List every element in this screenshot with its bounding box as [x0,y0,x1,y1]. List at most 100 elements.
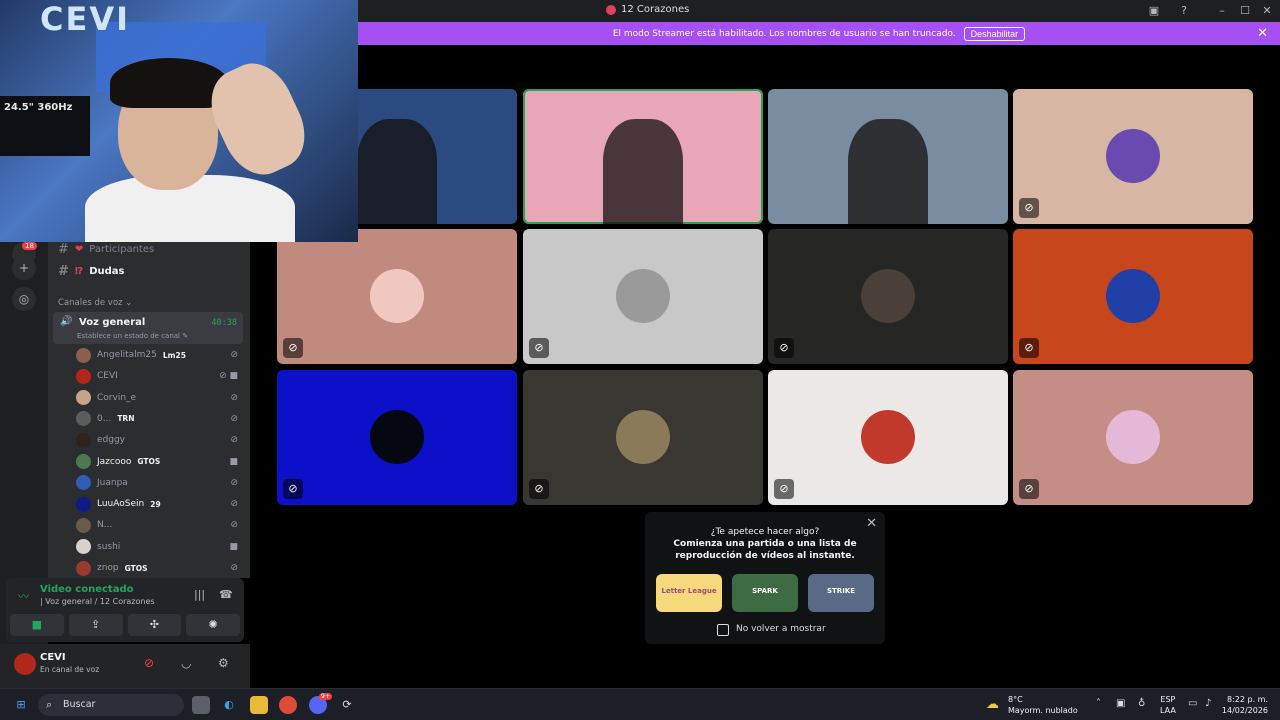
voice-connected-title: Video conectado [40,584,134,595]
disable-streamer-button[interactable]: Deshabilitar [963,26,1026,41]
weather[interactable]: 8°C Mayorm. nublado [1008,694,1078,716]
member-name: Corvin_e [97,392,137,403]
avatar [76,390,91,406]
activity-popup: ✕ ¿Te apetece hacer algo? Comienza una p… [645,512,885,644]
channel-participantes[interactable]: # ❤ Participantes [58,242,154,257]
popup-title: ¿Te apetece hacer algo? [710,527,820,537]
voice-member[interactable]: sushi ■ [76,537,244,557]
voice-member[interactable]: 0... TRN ⊘ [76,409,244,429]
activities-button[interactable]: ✣ [127,614,182,636]
video-tile[interactable]: ⊘ [1013,370,1253,505]
activity-letter-league[interactable]: Letter League [656,574,722,612]
task-view-icon[interactable] [192,696,210,714]
mic-muted-icon: ⊘ [230,563,238,573]
voice-member[interactable]: Jazcooo GTOS ■ [76,452,244,472]
video-tile[interactable]: ⊘ [277,229,517,364]
member-name: edggy [97,435,126,446]
channel-dudas[interactable]: # ⁉ Dudas [58,264,124,279]
member-name: LuuAoSein [97,499,145,510]
avatar [370,269,424,323]
clock-date: 14/02/2026 [1221,706,1268,715]
close-window-icon[interactable]: ✕ [1259,3,1275,19]
server-icon [606,4,616,15]
network-icon[interactable]: ▭ [1188,698,1197,709]
voice-channel[interactable]: 🔊 Voz general 40:38 Establece un estado … [53,312,243,344]
mic-muted-icon: ⊘ [283,479,303,499]
voice-category[interactable]: Canales de voz ⌄ [58,298,132,308]
member-tag: GTOS [124,563,148,573]
activity-strike[interactable]: STRIKE [808,574,874,612]
monitor: 24.5" 360Hz [0,96,90,156]
volume-icon[interactable]: ♪ [1205,698,1211,709]
minimize-icon[interactable]: – [1214,3,1230,19]
member-tag: GTOS [137,457,161,466]
avatar [616,410,670,464]
disconnect-icon[interactable]: ☎ [219,588,233,601]
tray-app-icon[interactable]: ▣ [1116,698,1125,709]
signal-icon[interactable]: 〰 [18,588,29,604]
clock[interactable]: 8:22 p. m. 14/02/2026 [1222,694,1268,716]
maximize-icon[interactable]: ☐ [1237,3,1253,19]
video-tile[interactable] [523,89,763,224]
streamer-webcam: CEVI 24.5" 360Hz [0,0,358,242]
app-icon[interactable]: ⟳ [338,696,356,714]
avatar [1106,410,1160,464]
video-tile[interactable]: ⊘ [768,370,1008,505]
dont-show-checkbox[interactable] [717,624,729,636]
avatar [76,368,91,384]
microphone-icon[interactable]: ♁ [1138,698,1145,709]
mic-muted-icon[interactable]: ⊘ [144,656,154,670]
add-server-icon[interactable]: + [12,256,36,280]
mic-muted-icon: ⊘ [1019,479,1039,499]
edge-icon[interactable]: ◐ [220,696,238,714]
video-tile[interactable]: ⊘ [768,229,1008,364]
camera-button[interactable]: ■ [10,614,64,636]
mic-muted-icon: ⊘ [774,338,794,358]
video-tile[interactable] [768,89,1008,224]
activity-spark[interactable]: SPARK [732,574,798,612]
inbox-icon[interactable]: ▣ [1146,3,1162,19]
chrome-icon[interactable] [279,696,297,714]
voice-member[interactable]: edggy ⊘ [76,430,244,450]
mic-muted-icon: ⊘ [774,479,794,499]
member-name: Angelitalm25 [97,350,157,360]
mic-muted-icon: ⊘ [1019,338,1039,358]
voice-member[interactable]: N... ⊘ [76,515,244,535]
channel-status-hint[interactable]: Establece un estado de canal ✎ [77,332,188,340]
help-icon[interactable]: ? [1176,3,1192,19]
file-explorer-icon[interactable] [250,696,268,714]
windows-taskbar: ⊞ ⌕ Buscar ◐ 9+ ⟳ ☁ 8°C Mayorm. nublado … [0,688,1280,720]
headphones-icon[interactable]: ◡ [181,656,191,670]
screen-share-button[interactable]: ⇪ [68,614,123,636]
soundboard-button[interactable]: ✺ [186,614,240,636]
explore-icon[interactable]: ◎ [12,287,36,311]
voice-member[interactable]: Juanpa ⊘ [76,473,244,493]
taskbar-search[interactable]: ⌕ Buscar [38,694,184,716]
popup-line3: reproducción de vídeos al instante. [675,551,855,561]
weather-text: Mayorm. nublado [1008,706,1078,715]
voice-member[interactable]: znop GTOS ⊘ [76,558,244,578]
windows-start-icon[interactable]: ⊞ [12,696,30,714]
settings-gear-icon[interactable]: ⚙ [218,656,229,670]
member-name: sushi [97,541,121,552]
weather-cloud-icon: ☁ [986,697,999,712]
video-tile[interactable]: ⊘ [523,370,763,505]
video-tile[interactable]: ⊘ [523,229,763,364]
voice-member[interactable]: Angelitalm25 Lm25 ⊘ [76,345,244,365]
video-tile[interactable]: ⊘ [1013,229,1253,364]
voice-member[interactable]: LuuAoSein 29 ⊘ [76,494,244,514]
channel-name: Dudas [89,266,125,277]
chevron-up-icon[interactable]: ˄ [1096,698,1101,709]
window-title-text: 12 Corazones [621,4,690,15]
voice-member[interactable]: CEVI ⊘ ■ [76,366,244,386]
discord-window: 12 Corazones ▣ ? – ☐ ✕ El modo Streamer … [0,0,1280,720]
noise-suppression-icon[interactable]: ||| [194,588,205,601]
mic-muted-icon: ⊘ [1019,198,1039,218]
language-indicator[interactable]: ESP LAA [1160,694,1176,716]
video-tile[interactable]: ⊘ [277,370,517,505]
voice-member[interactable]: Corvin_e ⊘ [76,388,244,408]
avatar[interactable] [14,653,36,675]
banner-close-icon[interactable]: ✕ [1257,26,1268,41]
lang-code: ESP [1160,695,1176,704]
video-tile[interactable]: ⊘ [1013,89,1253,224]
